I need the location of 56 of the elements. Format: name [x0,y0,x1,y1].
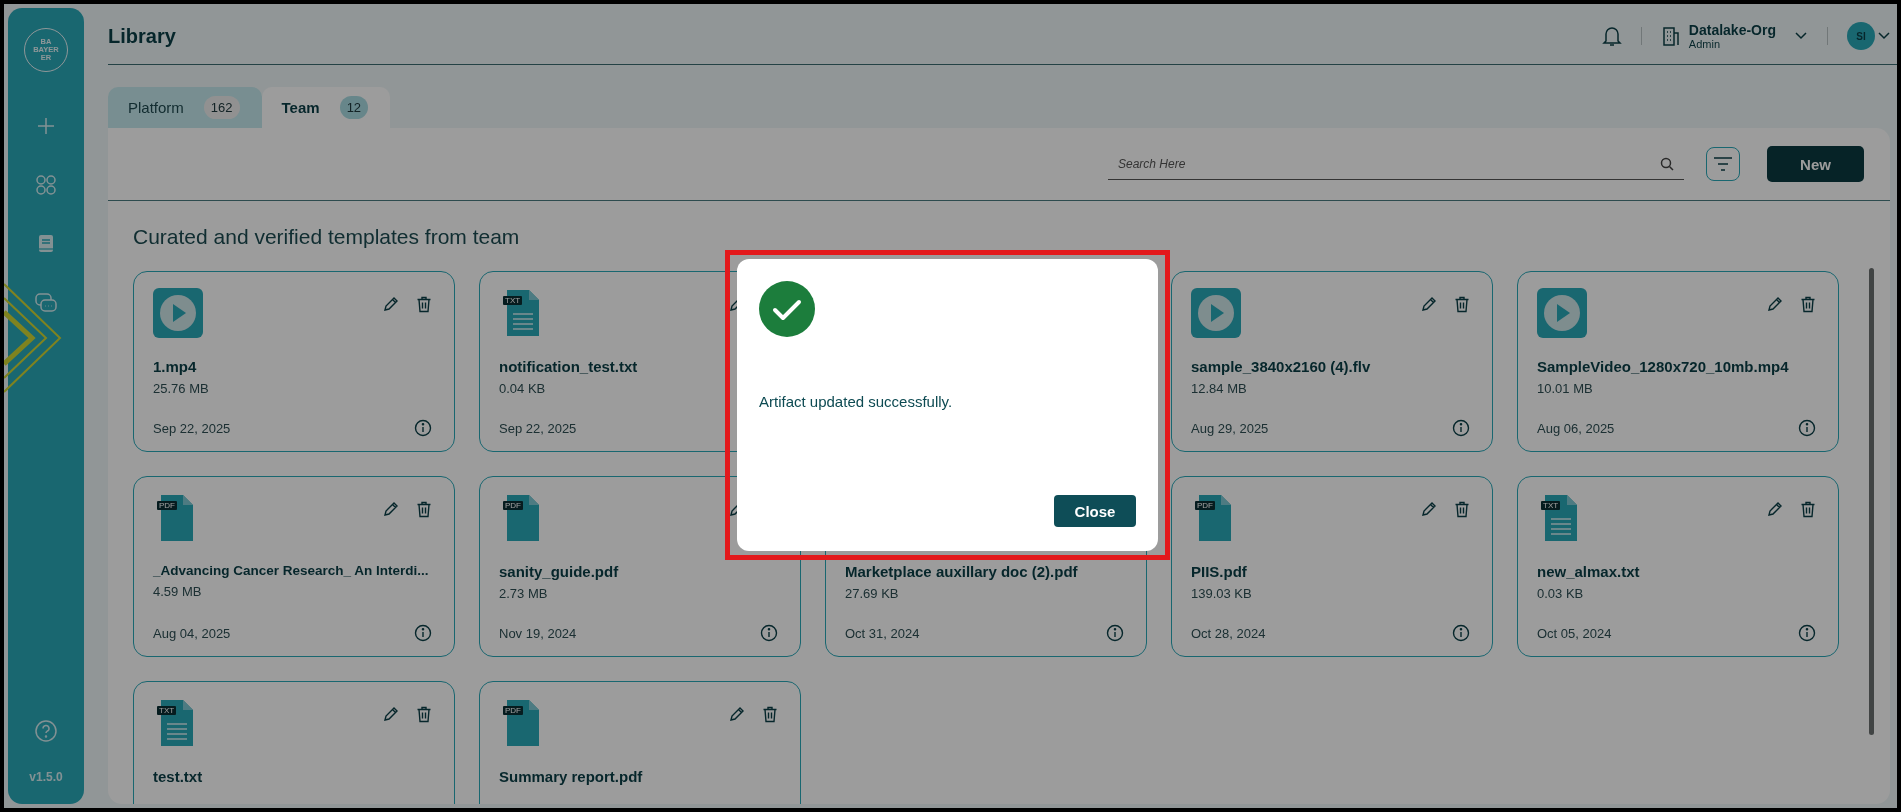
page-title: Library [108,24,176,48]
file-date: Aug 29, 2025 [1191,420,1269,436]
org-role: Admin [1688,38,1722,50]
file-card[interactable]: TXT test.txt [133,681,455,804]
file-name: PIIS.pdf [1191,563,1247,580]
file-name: test.txt [153,768,203,785]
file-card[interactable]: TXT new_almax.txt 0.03 KB Oct 05, 2024 [1517,476,1839,657]
file-size: 4.59 MB [153,584,203,599]
file-date: Nov 19, 2024 [499,625,577,641]
file-card[interactable]: 1.mp4 25.76 MB Sep 22, 2025 [133,271,455,452]
org-name: Datalake-Org [1688,22,1776,38]
version-label: v1.5.0 [29,770,63,784]
file-size: 0.03 KB [1537,586,1585,601]
file-card[interactable]: sample_3840x2160 (4).flv 12.84 MB Aug 29, 2025 [1171,271,1493,452]
close-button[interactable]: Close [1054,495,1136,527]
search-field[interactable]: Search Here [1108,148,1684,180]
file-size: 0.04 KB [499,381,547,396]
file-card[interactable]: SampleVideo_1280x720_10mb.mp4 10.01 MB Aug 06, 2025 [1517,271,1839,452]
count-badge: 12 [339,96,369,119]
file-name: _Advancing Cancer Research_ An Interdi... [153,563,429,578]
file-name: sanity_guide.pdf [499,563,619,580]
file-type-label: PDF [157,501,177,510]
file-date: Sep 22, 2025 [499,420,577,436]
file-card[interactable]: PDF PIIS.pdf 139.03 KB Oct 28, 2024 [1171,476,1493,657]
file-card[interactable]: PDF Summary report.pdf [479,681,801,804]
file-name: SampleVideo_1280x720_10mb.mp4 [1537,358,1789,375]
file-date: Oct 05, 2024 [1537,625,1612,641]
file-type-label: TXT [503,296,523,305]
file-size: 25.76 MB [153,381,210,396]
count-badge: 162 [203,96,240,119]
file-size: 10.01 MB [1537,381,1594,396]
tab[interactable]: Team 12 [261,87,391,128]
new-button[interactable]: New [1767,146,1864,182]
file-type-label: PDF [503,706,523,715]
section-heading: Curated and verified templates from team [133,225,521,249]
file-name: sample_3840x2160 (4).flv [1191,358,1371,375]
file-type-label: TXT [157,706,177,715]
file-size: 2.73 MB [499,586,549,601]
file-date: Aug 04, 2025 [153,625,231,641]
file-date: Sep 22, 2025 [153,420,231,436]
tab[interactable]: Platform 162 [108,87,262,128]
file-name: 1.mp4 [153,358,197,375]
file-date: Oct 31, 2024 [845,625,920,641]
file-type-label: PDF [503,501,523,510]
file-type-label: TXT [1541,501,1561,510]
file-name: notification_test.txt [499,358,638,375]
file-date: Aug 06, 2025 [1537,420,1615,436]
file-date: Oct 28, 2024 [1191,625,1266,641]
file-type-label: PDF [1195,501,1215,510]
file-size: 12.84 MB [1191,381,1248,396]
file-name: new_almax.txt [1537,563,1640,580]
file-name: Summary report.pdf [499,768,643,785]
file-name: Marketplace auxillary doc (2).pdf [845,563,1078,580]
file-size: 139.03 KB [1191,586,1253,601]
file-size: 27.69 KB [845,586,900,601]
file-card[interactable]: PDF _Advancing Cancer Research_ An Interdi... 4.59 MB Aug 04, 2025 [133,476,455,657]
